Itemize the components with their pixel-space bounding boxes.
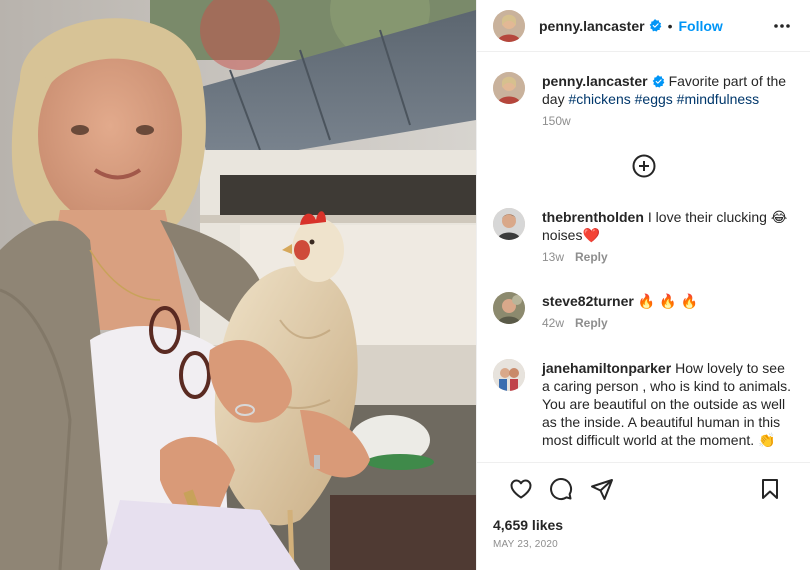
comment-time[interactable]: 42w [542,316,564,330]
post-image [0,0,476,570]
comment-item: steve82turner 🔥 🔥 🔥 42w Reply [493,292,796,330]
comment-time[interactable]: 13w [542,250,564,264]
action-icons [493,463,796,515]
avatar-image [493,359,525,391]
hashtag-chickens[interactable]: #chickens [568,91,630,107]
action-bar: 4,659 likes MAY 23, 2020 [477,462,810,570]
follow-button[interactable]: Follow [678,18,722,34]
hashtag-eggs[interactable]: #eggs [635,91,673,107]
heart-icon[interactable] [509,477,533,501]
avatar[interactable] [493,359,525,391]
comment-username[interactable]: janehamiltonparker [542,360,671,376]
comment-icon[interactable] [549,477,573,501]
caption: penny.lancaster Favorite part of the day … [493,72,796,128]
caption-meta: 150w [542,114,796,128]
comments-section[interactable]: penny.lancaster Favorite part of the day … [477,52,810,462]
username-link[interactable]: penny.lancaster [539,18,645,34]
bookmark-icon[interactable] [758,477,782,501]
comment-item: thebrentholden I love their clucking 😂 no… [493,208,796,264]
comment-username[interactable]: thebrentholden [542,209,644,225]
avatar-image [493,72,525,104]
avatar[interactable] [493,292,525,324]
comment-meta: 13w Reply [542,250,796,264]
post-sidebar: penny.lancaster • Follow penny.lancaster… [476,0,810,570]
post-header: penny.lancaster • Follow [477,0,810,52]
comment-body: 🔥 🔥 🔥 [637,293,698,309]
avatar-image [493,208,525,240]
more-options-icon[interactable] [770,14,794,38]
separator-dot: • [667,17,673,34]
comment-text: janehamiltonparker How lovely to see a ca… [542,359,796,449]
comment-meta: 42w Reply [542,316,698,330]
plus-circle-icon[interactable] [632,154,656,178]
avatar[interactable] [493,72,525,104]
comment-text: thebrentholden I love their clucking 😂 no… [542,208,796,244]
reply-button[interactable]: Reply [575,316,608,330]
likes-count[interactable]: 4,659 likes [493,517,796,533]
hashtag-mindfulness[interactable]: #mindfulness [677,91,760,107]
comment-text: steve82turner 🔥 🔥 🔥 [542,292,698,310]
caption-username[interactable]: penny.lancaster [542,73,648,89]
comment-username[interactable]: steve82turner [542,293,634,309]
avatar-image [493,292,525,324]
caption-text: penny.lancaster Favorite part of the day … [542,72,796,108]
verified-badge-icon [649,19,661,32]
avatar[interactable] [493,208,525,240]
caption-time[interactable]: 150w [542,114,571,128]
comment-item: janehamiltonparker How lovely to see a ca… [493,359,796,449]
reply-button[interactable]: Reply [575,250,608,264]
avatar[interactable] [493,9,525,42]
avatar-image [493,9,525,42]
verified-badge-icon [652,75,664,88]
paper-plane-icon[interactable] [590,477,614,501]
post-date[interactable]: MAY 23, 2020 [493,539,796,550]
post-photo[interactable] [0,0,476,570]
